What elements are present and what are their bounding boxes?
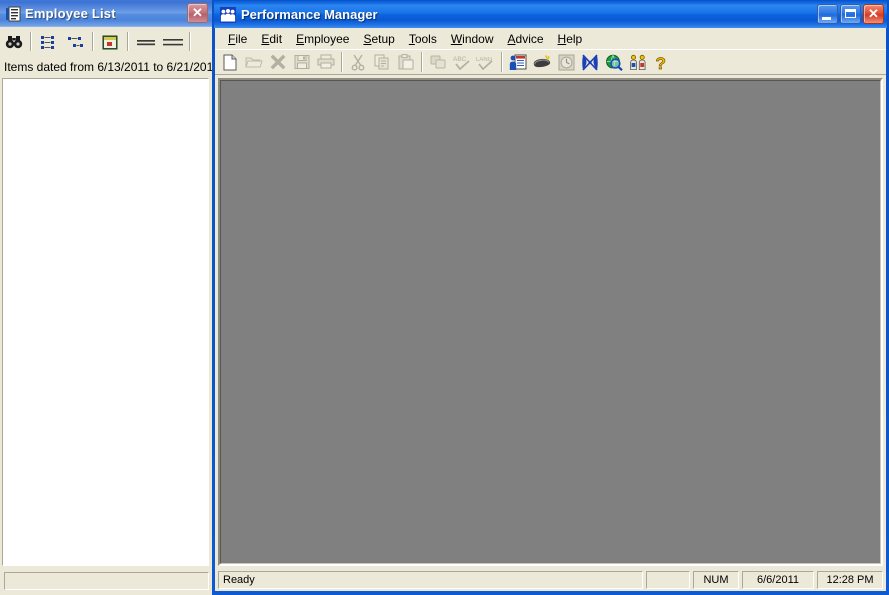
menu-item-advice[interactable]: Advice xyxy=(501,30,551,48)
employee-list-window: Employee List ✕ Items dated from 6/13/20… xyxy=(0,0,219,595)
employee-list-items-area[interactable] xyxy=(2,78,209,566)
employee-list-close-button[interactable]: ✕ xyxy=(187,3,208,23)
help-button[interactable]: ? xyxy=(650,51,674,74)
toolbar-separator xyxy=(421,52,423,72)
open-button[interactable] xyxy=(242,51,266,74)
toolbar-separator xyxy=(189,32,191,51)
toolbar-separator xyxy=(30,32,32,51)
spellcheck-button[interactable]: ABC xyxy=(450,51,474,74)
menu-accel-char: H xyxy=(557,31,567,46)
employee-list-status-panel xyxy=(4,572,209,590)
employee-list-statusbar xyxy=(0,568,212,595)
toolbar-separator xyxy=(92,32,94,51)
menu-item-setup[interactable]: Setup xyxy=(356,30,401,48)
menu-accel-char: F xyxy=(228,31,236,46)
status-message: Ready xyxy=(218,570,643,589)
menu-accel-char: E xyxy=(296,31,305,46)
list-document-icon xyxy=(5,6,21,22)
print-button[interactable] xyxy=(314,51,338,74)
paste-button[interactable] xyxy=(394,51,418,74)
duplicate-button[interactable] xyxy=(426,51,450,74)
show-details-button[interactable] xyxy=(133,30,158,54)
desktop-screenshot: Employee List ✕ Items dated from 6/13/20… xyxy=(0,0,889,595)
close-button[interactable]: ✕ xyxy=(863,4,884,24)
compare-button[interactable] xyxy=(626,51,650,74)
menu-accel-char: S xyxy=(363,31,372,46)
mdi-client-area[interactable] xyxy=(218,78,883,566)
status-num-indicator: NUM xyxy=(693,570,739,589)
employee-list-toolbar xyxy=(0,27,212,57)
employee-list-button[interactable] xyxy=(506,51,530,74)
status-time: 12:28 PM xyxy=(817,570,883,589)
employee-list-filter-text: Items dated from 6/13/2011 to 6/21/2011 xyxy=(0,58,219,76)
expand-tree-button[interactable] xyxy=(36,30,61,54)
window-control-buttons: ✕ xyxy=(817,4,884,24)
menu-item-tools[interactable]: Tools xyxy=(402,30,444,48)
menu-accel-char: T xyxy=(408,31,415,46)
menu-item-help[interactable]: Help xyxy=(551,30,590,48)
collapse-tree-button[interactable] xyxy=(63,30,88,54)
menu-accel-char: A xyxy=(507,31,516,46)
status-date: 6/6/2011 xyxy=(742,570,814,589)
delete-button[interactable] xyxy=(266,51,290,74)
employee-list-title: Employee List xyxy=(25,6,116,21)
calendar-button[interactable] xyxy=(98,30,123,54)
svg-text:ABC: ABC xyxy=(453,56,467,63)
toolbar-separator xyxy=(501,52,503,72)
chart-button[interactable] xyxy=(578,51,602,74)
close-icon: ✕ xyxy=(868,6,879,21)
menu-item-employee[interactable]: Employee xyxy=(289,30,356,48)
save-button[interactable] xyxy=(290,51,314,74)
performance-manager-titlebar[interactable]: Performance Manager ✕ xyxy=(214,1,887,28)
toolbar-separator xyxy=(127,32,129,51)
minimize-icon xyxy=(822,17,831,20)
performance-manager-title: Performance Manager xyxy=(241,7,378,22)
show-summary-button[interactable] xyxy=(160,30,185,54)
performance-manager-window: Performance Manager ✕ File Edit Employee Se… xyxy=(212,0,889,595)
toolbar-separator xyxy=(341,52,343,72)
menu-bar: File Edit Employee Setup Tools Window Advice He… xyxy=(215,28,886,49)
employee-list-titlebar[interactable]: Employee List ✕ xyxy=(0,0,212,27)
menu-accel-char: E xyxy=(261,31,270,46)
new-button[interactable] xyxy=(218,51,242,74)
telephone-button[interactable] xyxy=(530,51,554,74)
language-button[interactable]: LANG xyxy=(474,51,498,74)
maximize-button[interactable] xyxy=(840,4,861,24)
menu-item-edit[interactable]: Edit xyxy=(254,30,289,48)
three-people-icon xyxy=(220,6,236,23)
menu-item-window[interactable]: Window xyxy=(444,30,501,48)
main-toolbar: ABC LANG ? xyxy=(215,49,886,75)
copy-button[interactable] xyxy=(370,51,394,74)
cut-button[interactable] xyxy=(346,51,370,74)
menu-item-file[interactable]: File xyxy=(221,30,254,48)
web-search-button[interactable] xyxy=(602,51,626,74)
maximize-icon xyxy=(845,9,856,18)
status-bar: Ready NUM 6/6/2011 12:28 PM xyxy=(215,568,886,591)
svg-text:?: ? xyxy=(656,54,666,71)
time-clock-button[interactable] xyxy=(554,51,578,74)
status-spare-panel xyxy=(646,570,690,589)
mdi-client-inner xyxy=(220,80,881,564)
menu-accel-char: W xyxy=(450,31,463,46)
minimize-button[interactable] xyxy=(817,4,838,24)
find-button[interactable] xyxy=(1,30,26,54)
performance-manager-body: File Edit Employee Setup Tools Window Advice He… xyxy=(215,28,886,591)
